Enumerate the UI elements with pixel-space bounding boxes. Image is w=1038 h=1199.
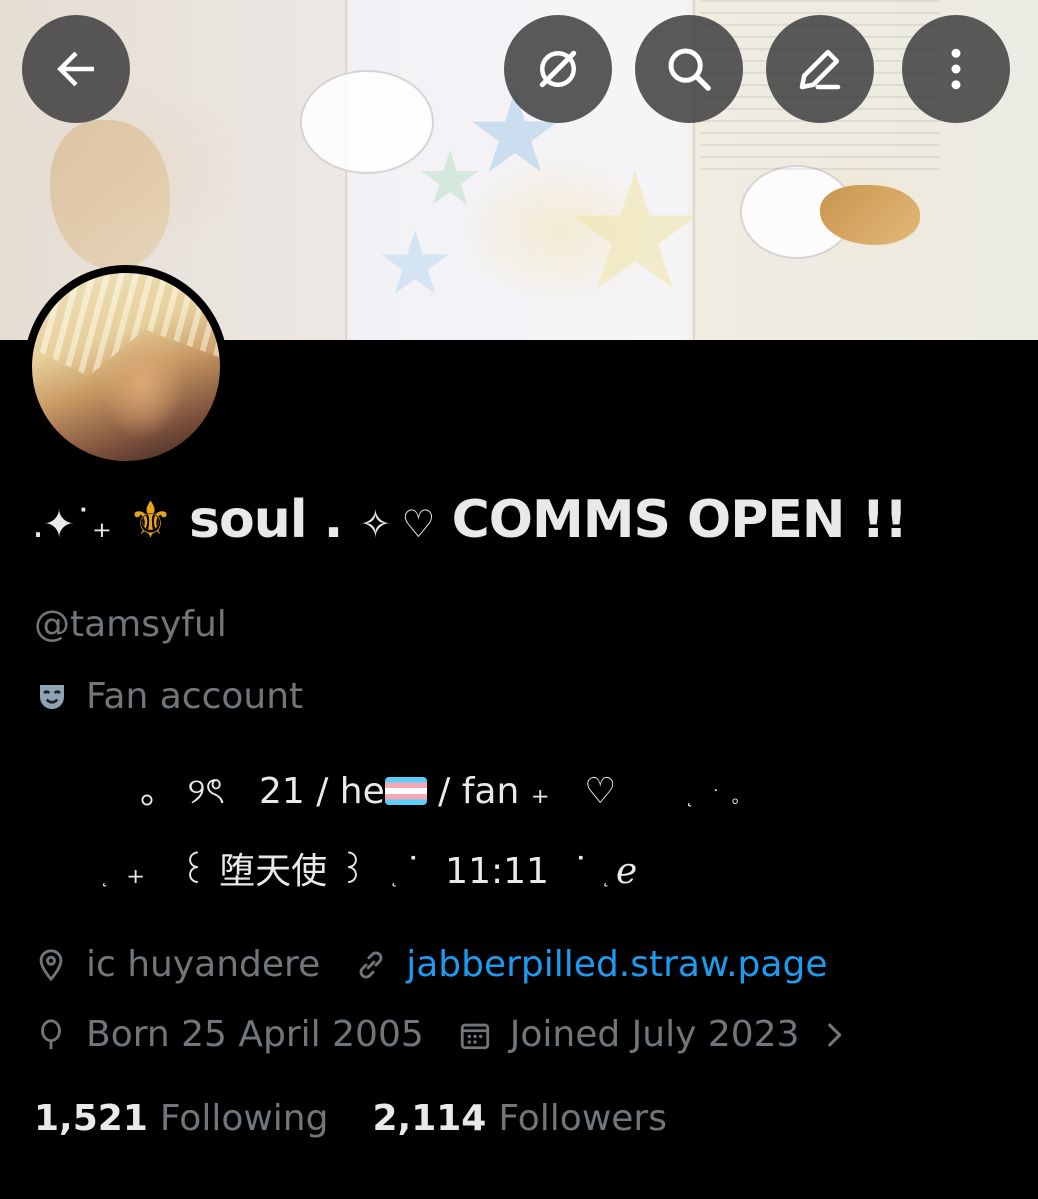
birthday-joined-row: Born 25 April 2005 Joined July 2023 [34, 1014, 851, 1055]
banner-seal-sticker [300, 70, 434, 174]
search-button[interactable] [635, 15, 743, 123]
website-link[interactable]: jabberpilled.straw.page [406, 944, 827, 985]
trans-flag-icon [384, 777, 427, 805]
theater-mask-icon [40, 684, 64, 709]
location-text: ic huyandere [86, 944, 321, 985]
profile-category: Fan account [36, 676, 303, 717]
more-vertical-icon [951, 48, 961, 90]
grok-button[interactable] [504, 15, 612, 123]
grok-icon [539, 50, 577, 88]
banner-star [381, 230, 449, 294]
link-icon [359, 951, 383, 978]
joined-text: Joined July 2023 [509, 1014, 800, 1055]
avatar-image [32, 273, 220, 461]
calendar-icon [460, 1023, 489, 1049]
display-name: .✦˙₊ ⚜ soul . ✧ ♡ COMMS OPEN !! [32, 490, 908, 550]
following-label: Following [159, 1098, 329, 1139]
bio-line-2: ˛ ₊ ꒰ 堕天使 ꒱ ˛ ˙ 11:11 ˙ ˛ ℯ [100, 851, 638, 892]
display-name-suffix: COMMS OPEN !! [434, 490, 908, 550]
handle: @tamsyful [34, 604, 227, 645]
back-button[interactable] [22, 15, 130, 123]
following-count: 1,521 [34, 1098, 148, 1139]
avatar[interactable] [24, 265, 228, 469]
bio-line-2-end: ℯ [616, 851, 638, 892]
avatar-hair [32, 273, 220, 377]
display-name-main: soul . [171, 490, 360, 550]
edit-button[interactable] [766, 15, 874, 123]
balloon-icon [41, 1018, 61, 1049]
bio-line-2-time: ˙ 11:11 ˙ [404, 851, 590, 892]
bio-line-1-end: / fan ₊ ♡ [426, 771, 617, 812]
display-name-prefix: .✦˙₊ [32, 502, 112, 546]
more-button[interactable] [902, 15, 1010, 123]
followers-label: Followers [498, 1098, 667, 1139]
fleur-de-lis-icon: ⚜ [128, 491, 173, 549]
banner-bread [50, 120, 170, 270]
bio-line-2-start: ₊ ꒰ 堕天使 ꒱ [126, 851, 367, 892]
bio-line-1-start: 。 ୨ৎ 21 / he [140, 771, 385, 812]
birthday-text: Born 25 April 2005 [86, 1014, 424, 1055]
location-website-row: ic huyandere jabberpilled.straw.page [34, 944, 827, 985]
bio-line-1: 。 ୨ৎ 21 / he / fan ₊ ♡ ˛ ˙ 。 [140, 762, 1038, 824]
category-label: Fan account [86, 676, 304, 717]
bio-line-1-dots: ˛ ˙ 。 [685, 787, 750, 808]
chevron-right-icon[interactable] [817, 1018, 851, 1052]
follow-stats: 1,521 Following 2,114 Followers [34, 1098, 667, 1139]
followers-stat[interactable]: 2,114 Followers [372, 1098, 667, 1139]
edit-pencil-icon [799, 49, 841, 90]
followers-count: 2,114 [372, 1098, 487, 1139]
location-pin-icon [39, 948, 63, 981]
display-name-symbols: ✧ ♡ [359, 502, 436, 546]
banner-star [572, 170, 698, 289]
back-arrow-icon [57, 51, 94, 87]
following-stat[interactable]: 1,521 Following [34, 1098, 328, 1139]
banner-star [421, 150, 479, 205]
search-icon [668, 48, 711, 91]
